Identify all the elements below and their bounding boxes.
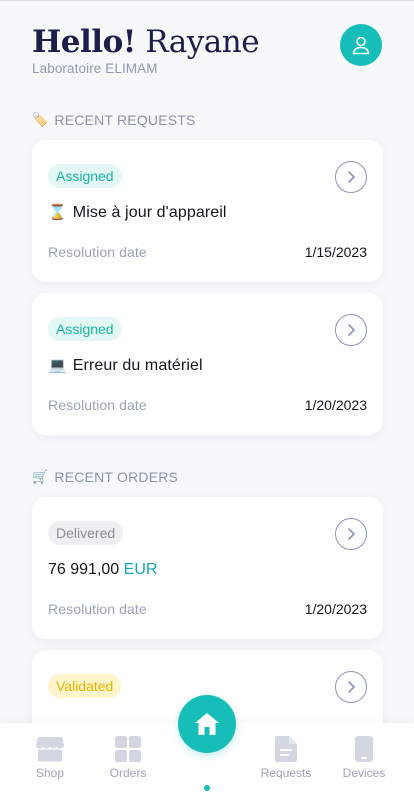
recent-requests-heading: 🏷️ RECENT REQUESTS <box>32 112 196 128</box>
resolution-label: Resolution date <box>48 601 147 617</box>
phone-icon <box>355 736 373 762</box>
request-card[interactable]: Assigned 💻 Erreur du matériel Resolution … <box>32 293 383 435</box>
profile-button[interactable] <box>340 24 382 66</box>
tab-orders-label: Orders <box>109 766 147 780</box>
resolution-date: 1/20/2023 <box>304 601 367 617</box>
request-title-text: Erreur du matériel <box>72 357 203 374</box>
order-currency: EUR <box>123 561 158 578</box>
request-title-text: Mise à jour d'appareil <box>72 204 227 221</box>
open-request-button[interactable] <box>335 314 367 346</box>
chevron-right-icon <box>348 528 355 540</box>
recent-orders-title: RECENT ORDERS <box>54 469 179 485</box>
recent-requests-title: RECENT REQUESTS <box>54 112 196 128</box>
user-icon <box>352 36 370 55</box>
order-amount: 76 991,00 EUR <box>48 561 157 579</box>
active-tab-indicator <box>204 785 210 791</box>
tab-shop-label: Shop <box>35 766 65 780</box>
tab-devices-label: Devices <box>342 766 386 780</box>
lab-name: Laboratoire ELIMAM <box>32 61 158 76</box>
tab-orders[interactable]: Orders <box>98 735 158 780</box>
document-icon <box>275 736 297 762</box>
resolution-label: Resolution date <box>48 244 147 260</box>
request-card[interactable]: Assigned ⌛ Mise à jour d'appareil Resolut… <box>32 140 383 282</box>
store-icon <box>36 737 64 762</box>
open-request-button[interactable] <box>335 161 367 193</box>
status-badge: Assigned <box>48 317 122 341</box>
resolution-date: 1/20/2023 <box>304 397 367 413</box>
grid-icon <box>115 736 141 762</box>
top-divider <box>0 0 414 1</box>
tab-requests[interactable]: Requests <box>256 735 316 780</box>
status-badge: Validated <box>48 674 122 698</box>
tab-devices[interactable]: Devices <box>334 735 394 780</box>
header: Hello! Rayane Laboratoire ELIMAM <box>32 24 382 84</box>
resolution-label: Resolution date <box>48 397 147 413</box>
home-button[interactable] <box>178 695 236 753</box>
cart-icon: 🛒 <box>32 469 49 484</box>
chevron-right-icon <box>348 324 355 336</box>
recent-orders-heading: 🛒 RECENT ORDERS <box>32 469 178 485</box>
request-title: 💻 Erreur du matériel <box>48 356 203 375</box>
open-order-button[interactable] <box>335 671 367 703</box>
order-card[interactable]: Delivered 76 991,00 EUR Resolution date … <box>32 497 383 639</box>
tab-requests-label: Requests <box>260 766 312 780</box>
greeting-name: Rayane <box>145 24 260 60</box>
home-icon <box>195 713 219 735</box>
greeting: Hello! Rayane <box>32 24 382 60</box>
greeting-hello: Hello! <box>32 24 136 60</box>
resolution-date: 1/15/2023 <box>304 244 367 260</box>
tab-shop[interactable]: Shop <box>20 735 80 780</box>
hourglass-icon: ⌛ <box>48 204 67 221</box>
order-amount-value: 76 991,00 <box>48 561 120 578</box>
chevron-right-icon <box>348 171 355 183</box>
open-order-button[interactable] <box>335 518 367 550</box>
status-badge: Assigned <box>48 164 122 188</box>
status-badge: Delivered <box>48 521 124 545</box>
laptop-icon: 💻 <box>48 357 67 374</box>
request-title: ⌛ Mise à jour d'appareil <box>48 203 227 222</box>
tag-icon: 🏷️ <box>32 112 49 127</box>
chevron-right-icon <box>348 681 355 693</box>
